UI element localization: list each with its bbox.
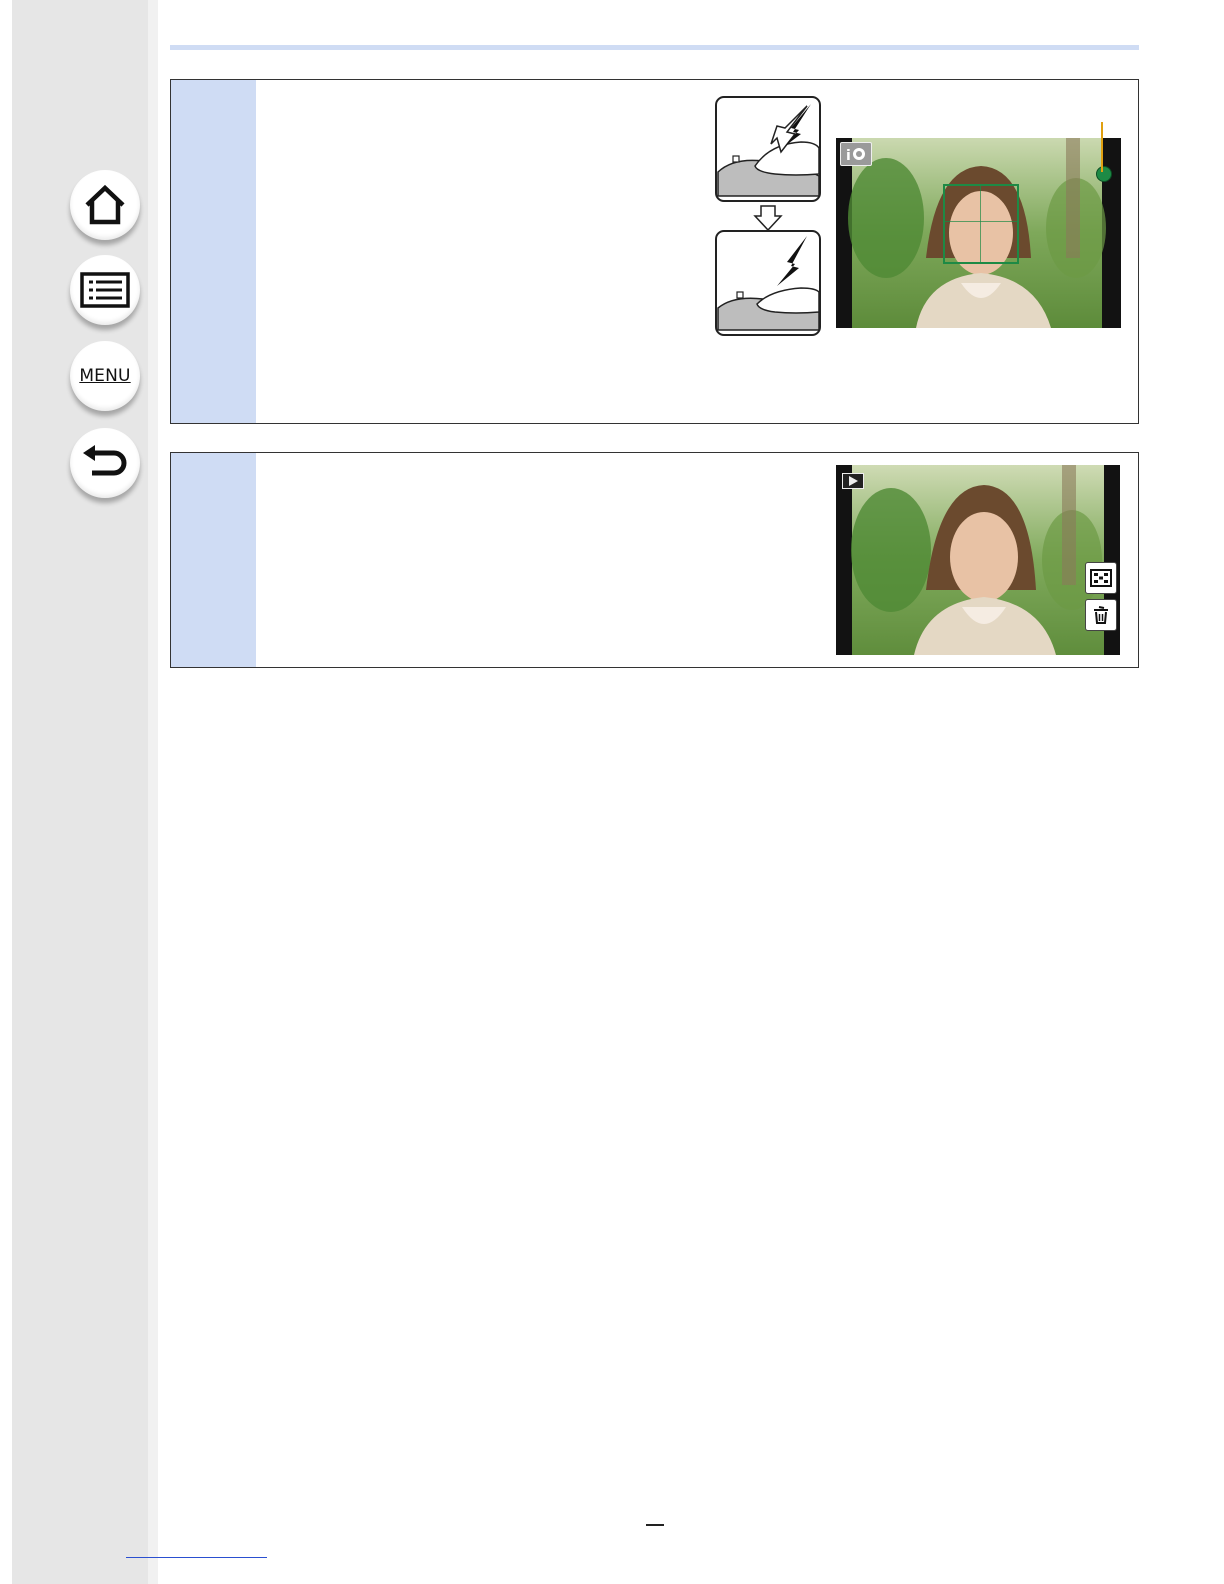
trash-icon bbox=[1094, 606, 1108, 624]
home-button[interactable] bbox=[70, 170, 140, 240]
zoom-playback-button[interactable] bbox=[1085, 562, 1117, 594]
delete-button[interactable] bbox=[1085, 599, 1117, 631]
playback-screen bbox=[836, 465, 1120, 655]
menu-button-label: MENU bbox=[79, 366, 131, 386]
menu-button[interactable]: MENU bbox=[70, 341, 140, 411]
playback-icon bbox=[842, 473, 864, 489]
return-icon bbox=[83, 445, 127, 476]
sidebar-edge bbox=[148, 0, 158, 1584]
navigation-sidebar bbox=[12, 0, 148, 1584]
zoom-grid-icon bbox=[1090, 569, 1112, 587]
live-view-screen: i bbox=[836, 138, 1121, 328]
contents-button[interactable] bbox=[70, 255, 140, 325]
page-number-dash bbox=[646, 1524, 664, 1526]
shutter-press-illustration bbox=[715, 96, 821, 336]
focus-indicator-icon bbox=[1096, 166, 1112, 182]
footer-link-underline[interactable] bbox=[126, 1557, 267, 1558]
step-box-1: i bbox=[170, 79, 1139, 424]
header-rule bbox=[170, 45, 1139, 50]
intelligent-auto-icon: i bbox=[840, 142, 872, 166]
back-button[interactable] bbox=[70, 428, 140, 498]
af-area-frame bbox=[943, 184, 1019, 264]
step-tab-1 bbox=[171, 80, 256, 423]
svg-text:i: i bbox=[846, 148, 851, 164]
playback-photo bbox=[836, 465, 1120, 655]
step-box-2 bbox=[170, 452, 1139, 668]
list-icon bbox=[80, 272, 130, 308]
focus-callout-line bbox=[1101, 122, 1103, 172]
home-icon bbox=[85, 184, 125, 225]
step-tab-2 bbox=[171, 453, 256, 667]
